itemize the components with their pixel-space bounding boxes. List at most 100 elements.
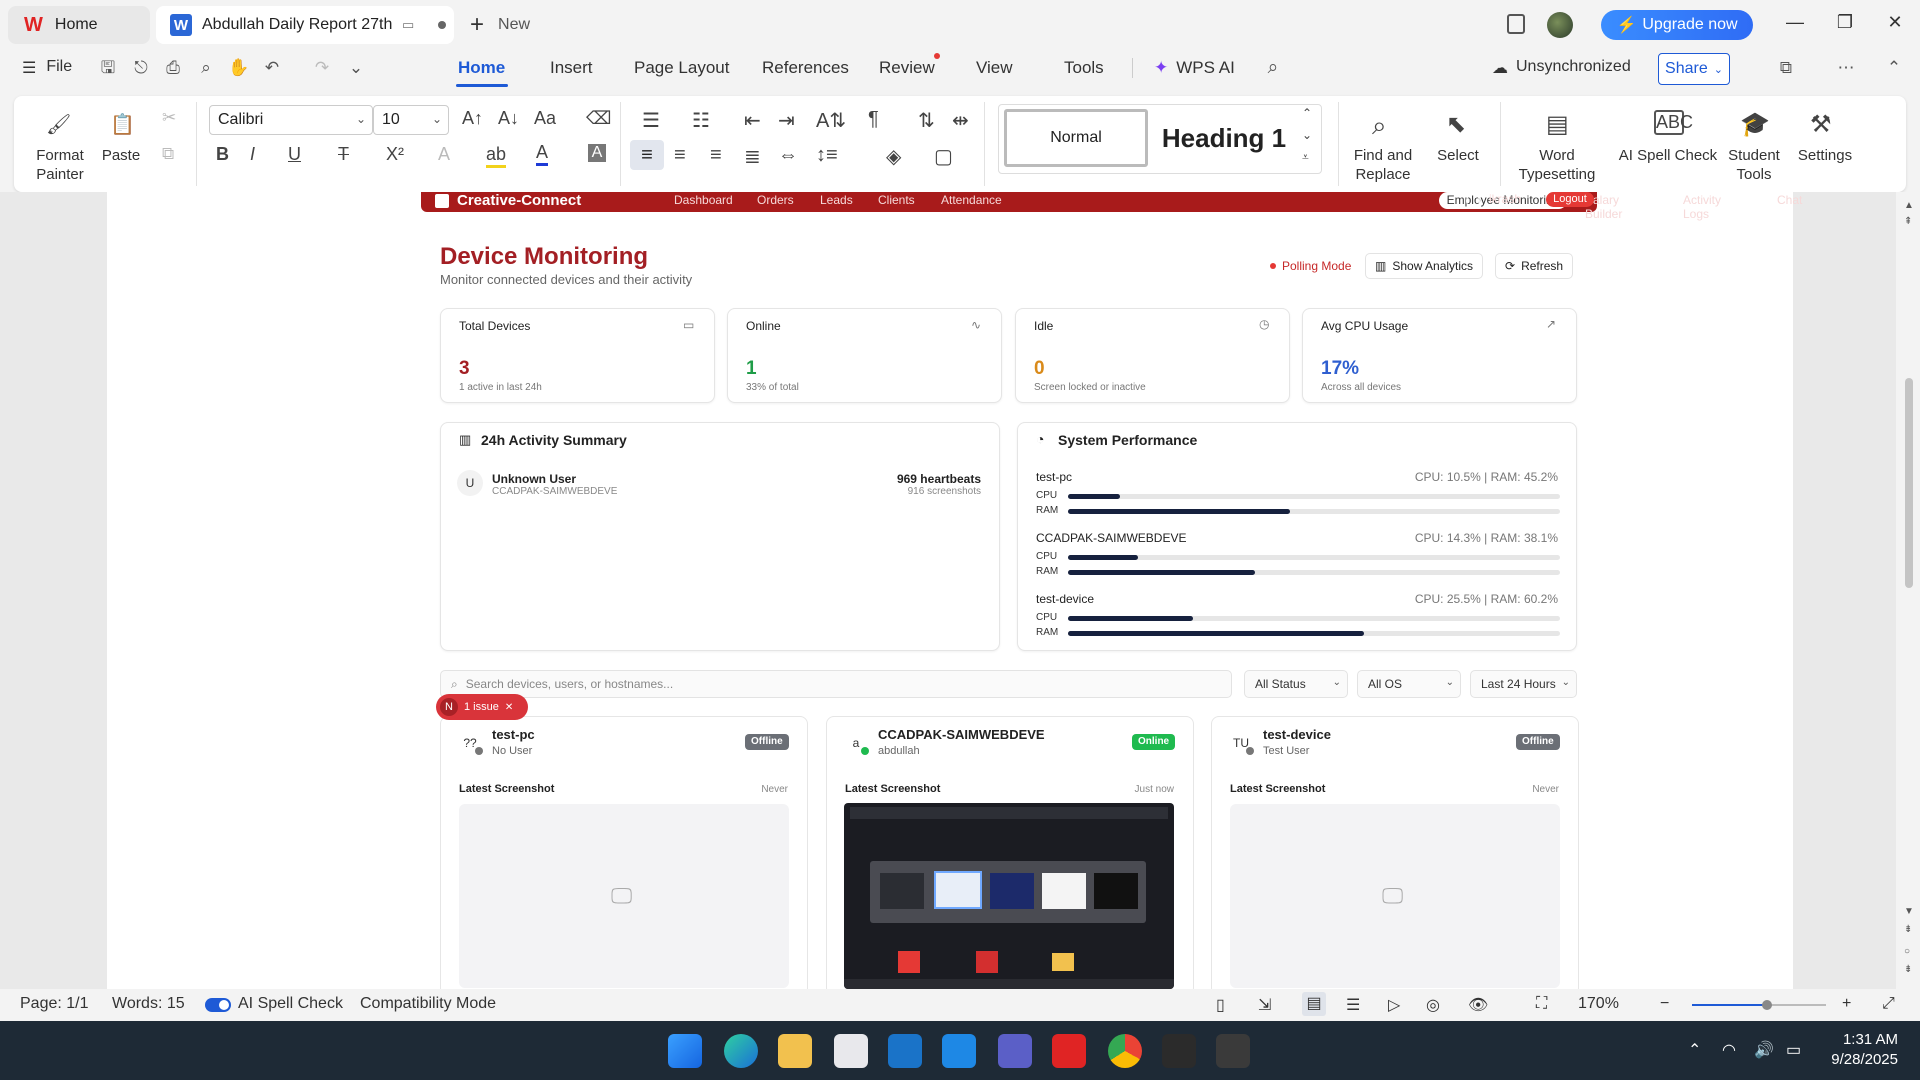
page-width-icon[interactable]: ⇹ xyxy=(952,108,969,133)
page-count[interactable]: Page: 1/1 xyxy=(20,995,89,1013)
select-cursor-icon[interactable]: ⬉ xyxy=(1446,110,1466,139)
os-filter-select[interactable]: All OS ⌄ xyxy=(1357,670,1461,698)
align-left-button[interactable]: ≡ xyxy=(630,140,664,170)
text-direction-icon[interactable]: A⇅ xyxy=(816,108,846,133)
restore-button[interactable]: ❐ xyxy=(1830,12,1860,33)
status-filter-select[interactable]: All Status ⌄ xyxy=(1244,670,1348,698)
fullscreen-icon[interactable]: ⤢ xyxy=(1882,995,1895,1013)
borders-icon[interactable]: ▢ xyxy=(934,144,953,169)
close-icon[interactable]: ✕ xyxy=(505,702,513,713)
increase-indent-icon[interactable]: ⇥ xyxy=(778,108,795,133)
upgrade-button[interactable]: ⚡ Upgrade now xyxy=(1601,10,1753,40)
bullet-list-icon[interactable]: ☰ xyxy=(642,108,660,133)
menu-view[interactable]: View xyxy=(976,58,1013,78)
quick-access-more-icon[interactable]: ⌄ xyxy=(346,58,366,78)
student-tools-button[interactable]: Student Tools xyxy=(1722,146,1786,184)
wps-office-icon[interactable] xyxy=(1052,1034,1086,1068)
track-changes-icon[interactable]: ▯ xyxy=(1216,995,1225,1015)
zoom-slider[interactable] xyxy=(1692,1000,1826,1010)
nav-activity-logs[interactable]: Activity Logs xyxy=(1683,193,1721,221)
volume-icon[interactable]: 🔊 xyxy=(1754,1040,1774,1060)
strikethrough-icon[interactable]: T xyxy=(338,144,349,165)
tab-home[interactable]: W Home xyxy=(8,6,150,44)
italic-icon[interactable]: I xyxy=(250,144,255,165)
font-size-select[interactable]: 10 ⌄ xyxy=(373,105,449,135)
export-icon[interactable]: ⎋ xyxy=(131,58,151,78)
select-button[interactable]: Select xyxy=(1426,146,1490,165)
edge-icon[interactable] xyxy=(724,1034,758,1068)
menu-review[interactable]: Review xyxy=(879,58,935,78)
character-shading-icon[interactable]: A xyxy=(588,144,606,162)
store-icon[interactable] xyxy=(834,1034,868,1068)
menu-home[interactable]: Home xyxy=(458,58,505,78)
search-input[interactable]: ⌕ Search devices, users, or hostnames... xyxy=(440,670,1232,698)
style-expand-icon[interactable]: ⩡ xyxy=(1302,150,1309,165)
print-icon[interactable]: ⎙ xyxy=(163,58,183,78)
minimize-button[interactable]: — xyxy=(1780,12,1810,33)
zoom-level[interactable]: 170% xyxy=(1578,995,1619,1013)
file-explorer-icon[interactable] xyxy=(778,1034,812,1068)
start-button[interactable] xyxy=(668,1034,702,1068)
save-icon[interactable]: 🖫 xyxy=(98,58,118,78)
nav-leads[interactable]: Leads xyxy=(820,193,853,207)
paragraph-mark-icon[interactable]: ¶ xyxy=(868,108,879,131)
time-filter-select[interactable]: Last 24 Hours ⌄ xyxy=(1470,670,1577,698)
format-painter-button[interactable]: Format Painter xyxy=(30,146,90,184)
menu-page-layout[interactable]: Page Layout xyxy=(634,58,729,78)
underline-icon[interactable]: U xyxy=(288,144,301,165)
unsaved-dot-icon[interactable] xyxy=(438,21,447,29)
menu-tools[interactable]: Tools xyxy=(1064,58,1104,78)
close-window-button[interactable]: ✕ xyxy=(1880,12,1910,33)
line-spacing-icon[interactable]: ↕≡ xyxy=(816,144,838,167)
distributed-icon[interactable]: ⇔ xyxy=(778,144,798,167)
more-options-icon[interactable]: ⋯ xyxy=(1836,58,1856,78)
zoom-in-icon[interactable]: + xyxy=(1842,995,1851,1013)
cut-icon[interactable]: ✂ xyxy=(162,108,176,128)
collapse-ribbon-icon[interactable]: ⌃ xyxy=(1884,58,1904,78)
align-right-icon[interactable]: ≡ xyxy=(710,144,722,167)
find-replace-button[interactable]: Find and Replace xyxy=(1348,146,1418,184)
browse-object-icon[interactable]: ○ xyxy=(1904,946,1910,957)
share-button[interactable]: Share ⌄ xyxy=(1658,53,1730,85)
text-effect-icon[interactable]: A xyxy=(438,144,450,165)
file-menu[interactable]: ☰ File xyxy=(22,58,72,78)
settings-icon[interactable]: ⚒ xyxy=(1810,110,1832,139)
teams-icon[interactable] xyxy=(998,1034,1032,1068)
word-typesetting-button[interactable]: Word Typesetting xyxy=(1514,146,1600,184)
shrink-font-icon[interactable]: A↓ xyxy=(498,108,519,129)
bold-icon[interactable]: B xyxy=(216,144,229,165)
student-tools-icon[interactable]: 🎓 xyxy=(1740,110,1770,139)
menu-insert[interactable]: Insert xyxy=(550,58,593,78)
issues-badge[interactable]: N 1 issue ✕ xyxy=(436,694,528,720)
undo-icon[interactable]: ↶ xyxy=(262,58,282,78)
zoom-out-icon[interactable]: − xyxy=(1660,995,1669,1013)
shading-icon[interactable]: ◈ xyxy=(886,144,901,169)
eye-protection-icon[interactable]: 👁 xyxy=(1468,995,1488,1015)
spell-check-toggle[interactable] xyxy=(205,998,231,1012)
clock-date[interactable]: 9/28/2025 xyxy=(1814,1051,1898,1068)
wifi-icon[interactable]: ◠ xyxy=(1722,1040,1736,1060)
reading-mode-icon[interactable]: ⇲ xyxy=(1258,995,1271,1015)
battery-icon[interactable]: ▭ xyxy=(1786,1040,1801,1060)
tab-document[interactable]: W Abdullah Daily Report 27th S ▭ xyxy=(156,6,454,44)
collaboration-icon[interactable]: ⧉ xyxy=(1776,58,1796,78)
refresh-button[interactable]: ⟳ Refresh xyxy=(1495,253,1574,279)
decrease-indent-icon[interactable]: ⇤ xyxy=(744,108,761,133)
nav-attendance[interactable]: Attendance xyxy=(941,193,1002,207)
menu-references[interactable]: References xyxy=(762,58,849,78)
window-layout-icon[interactable] xyxy=(1507,14,1525,34)
nav-orders[interactable]: Orders xyxy=(757,193,794,207)
change-case-icon[interactable]: Aa xyxy=(534,108,556,129)
fit-page-icon[interactable]: ⛶ xyxy=(1536,995,1547,1013)
hand-icon[interactable]: ✋ xyxy=(228,58,249,78)
redo-icon[interactable]: ↷ xyxy=(312,58,332,78)
grow-font-icon[interactable]: A↑ xyxy=(462,108,483,129)
nav-chat[interactable]: Chat xyxy=(1777,193,1802,207)
menu-wps-ai[interactable]: ✦ WPS AI xyxy=(1154,58,1235,78)
vertical-scrollbar[interactable] xyxy=(1896,192,1920,989)
ai-spell-check-button[interactable]: AI Spell Check xyxy=(1618,146,1718,165)
avatar[interactable] xyxy=(1547,12,1573,38)
chrome-icon[interactable] xyxy=(1108,1034,1142,1068)
style-heading-1[interactable]: Heading 1 xyxy=(1154,109,1294,167)
clock-time[interactable]: 1:31 AM xyxy=(1824,1031,1898,1048)
